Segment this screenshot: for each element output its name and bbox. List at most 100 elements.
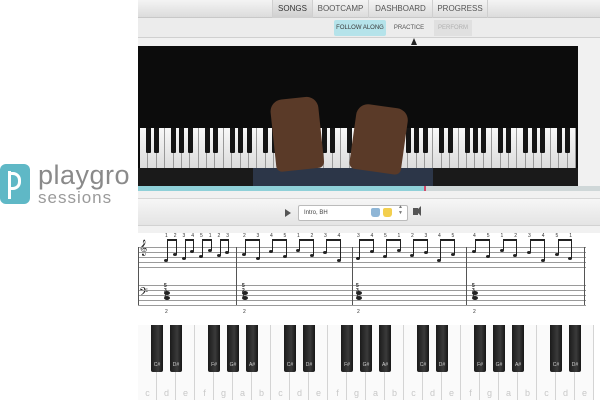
select-arrows-icon[interactable]: ▲ ▼	[398, 204, 403, 216]
black-key-label: G#	[495, 362, 503, 368]
black-key-label: C#	[286, 362, 294, 368]
note-beam	[502, 239, 517, 241]
play-icon[interactable]	[285, 209, 291, 217]
note-beam	[326, 239, 340, 241]
black-key-label: D#	[172, 362, 180, 368]
treble-staff-line	[138, 247, 586, 248]
logo-wordmark: playgro	[38, 160, 131, 190]
note-beam	[413, 239, 427, 241]
video-black-key	[531, 128, 537, 153]
tab-progress[interactable]: PROGRESS	[432, 0, 488, 18]
white-key-label: c	[278, 388, 283, 398]
video-black-key	[145, 128, 151, 153]
white-key-label: g	[353, 388, 359, 398]
tab-songs[interactable]: SONGS	[272, 0, 312, 18]
black-key-label: C#	[419, 362, 427, 368]
white-key-label: d	[562, 388, 568, 398]
black-key[interactable]: C#	[550, 325, 562, 372]
black-key-label: C#	[153, 362, 161, 368]
tab-follow-along[interactable]: FOLLOW ALONG	[334, 20, 386, 36]
black-key[interactable]: D#	[303, 325, 315, 372]
note-stem	[175, 239, 177, 254]
black-key[interactable]: D#	[436, 325, 448, 372]
on-screen-keyboard: c d e f g a b c d e f g a b c d e f g a b c d e C# D# F# G# A# C# D# F#…	[138, 325, 600, 400]
black-key[interactable]: G#	[227, 325, 239, 372]
note-stem	[359, 239, 360, 258]
black-key[interactable]: A#	[379, 325, 391, 372]
white-key-label: f	[336, 388, 339, 398]
note-stem	[543, 239, 545, 260]
video-black-key	[498, 128, 504, 153]
video-black-key	[263, 128, 269, 153]
video-black-key	[565, 128, 571, 153]
video-black-key	[212, 128, 218, 153]
black-key-label: D#	[571, 362, 579, 368]
white-key-label: b	[258, 388, 264, 398]
black-key[interactable]: C#	[417, 325, 429, 372]
note-stem	[210, 239, 212, 250]
right-hand-icon[interactable]	[383, 208, 392, 217]
mode-navigation: FOLLOW ALONG PRACTICE PERFORM	[138, 18, 600, 38]
black-key[interactable]: G#	[493, 325, 505, 372]
chord-note	[356, 291, 362, 295]
black-key-label: G#	[362, 362, 370, 368]
note-beam	[359, 239, 373, 241]
barline	[352, 247, 353, 305]
left-hand-icon[interactable]	[371, 208, 380, 217]
video-black-key	[229, 128, 235, 153]
black-key[interactable]: F#	[208, 325, 220, 372]
tab-dashboard[interactable]: DASHBOARD	[368, 0, 432, 18]
barline	[584, 247, 585, 305]
black-key-label: F#	[344, 362, 350, 368]
tab-practice[interactable]: PRACTICE	[390, 20, 428, 36]
note-stem	[399, 239, 401, 250]
black-key[interactable]: C#	[284, 325, 296, 372]
video-black-key	[154, 128, 160, 153]
white-key-label: d	[429, 388, 435, 398]
volume-icon[interactable]	[413, 206, 421, 216]
white-key-label: e	[315, 388, 321, 398]
bass-staff-line	[138, 305, 586, 306]
chord-note	[472, 291, 478, 295]
playhead-marker[interactable]	[424, 186, 426, 191]
progress-fill	[138, 186, 424, 191]
note-stem	[516, 239, 518, 255]
video-black-key	[506, 128, 512, 153]
video-black-key	[556, 128, 562, 153]
white-key-label: e	[581, 388, 587, 398]
note-beam	[202, 239, 211, 241]
black-key[interactable]: F#	[474, 325, 486, 372]
video-progress-bar[interactable]	[138, 186, 600, 191]
tab-bootcamp[interactable]: BOOTCAMP	[312, 0, 368, 18]
black-key[interactable]: A#	[512, 325, 524, 372]
black-key-label: D#	[438, 362, 446, 368]
chord-note	[472, 296, 478, 300]
video-black-key	[405, 128, 411, 153]
black-key-label: A#	[514, 362, 522, 368]
lesson-video[interactable]	[138, 46, 578, 186]
video-left-hand	[269, 95, 325, 173]
black-key[interactable]: D#	[569, 325, 581, 372]
white-key-label: c	[411, 388, 416, 398]
bass-staff-line	[138, 285, 586, 286]
black-key[interactable]: A#	[246, 325, 258, 372]
black-key[interactable]: D#	[170, 325, 182, 372]
black-key-label: F#	[211, 362, 217, 368]
video-black-key	[330, 128, 336, 153]
note-stem	[440, 239, 441, 260]
note-stem	[202, 239, 203, 256]
tab-perform[interactable]: PERFORM	[434, 20, 472, 36]
note-stem	[488, 239, 490, 256]
lh-finger-number: 2	[243, 309, 246, 315]
black-key[interactable]: F#	[341, 325, 353, 372]
lh-finger-number: 2	[473, 309, 476, 315]
video-black-key	[447, 128, 453, 153]
white-key-label: g	[486, 388, 492, 398]
black-key[interactable]: C#	[151, 325, 163, 372]
video-black-key	[539, 128, 545, 153]
black-key[interactable]: G#	[360, 325, 372, 372]
barline	[236, 247, 237, 305]
note-stem	[184, 239, 186, 258]
note-beam	[245, 239, 259, 241]
video-black-key	[464, 128, 470, 153]
